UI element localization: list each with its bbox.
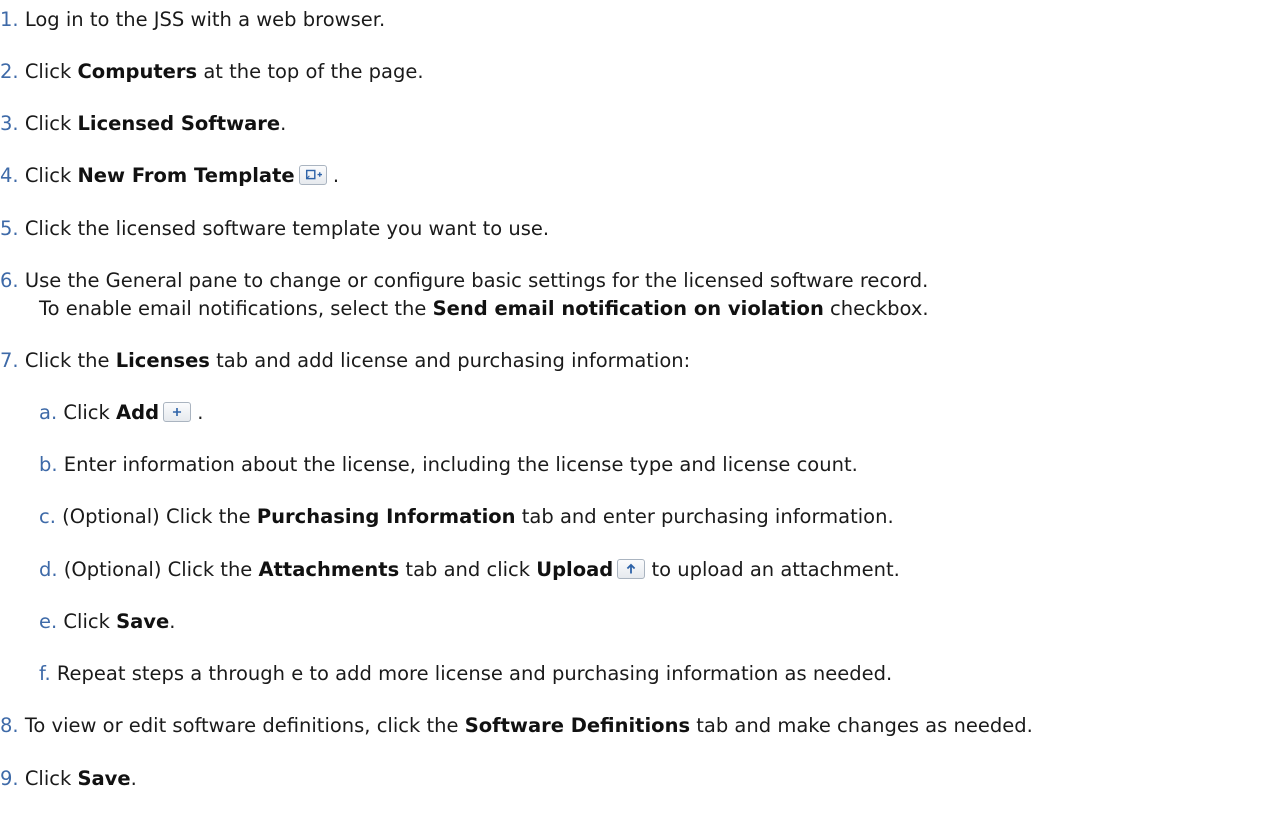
step-text-post: . xyxy=(191,401,204,424)
step-text-pre: Click xyxy=(63,401,117,424)
step-2: 2. Click Computers at the top of the pag… xyxy=(0,59,424,85)
step-text: Use the General pane to change or config… xyxy=(24,269,929,292)
step-number: 9. xyxy=(0,767,19,790)
step-8: 8. To view or edit software definitions,… xyxy=(0,713,1033,739)
step-text-pre: Click xyxy=(24,60,78,83)
step-9: 9. Click Save. xyxy=(0,766,137,792)
step-text-pre: To view or edit software definitions, cl… xyxy=(24,714,465,737)
step-number: 5. xyxy=(0,217,19,240)
ui-term-software-definitions: Software Definitions xyxy=(464,714,691,737)
substep-letter: d. xyxy=(39,558,58,581)
ui-term-purchasing-information: Purchasing Information xyxy=(256,505,516,528)
ui-term-new-from-template: New From Template xyxy=(77,164,295,187)
ui-term-licensed-software: Licensed Software xyxy=(77,112,281,135)
new-from-template-icon xyxy=(298,165,327,185)
step-text-post: at the top of the page. xyxy=(197,60,424,83)
substep-letter: b. xyxy=(39,453,58,476)
step-7: 7. Click the Licenses tab and add licens… xyxy=(0,348,690,374)
substep-b: b. Enter information about the license, … xyxy=(39,452,858,478)
step-text-pre: (Optional) Click the xyxy=(63,558,259,581)
substep-letter: c. xyxy=(39,505,56,528)
step-number: 2. xyxy=(0,60,19,83)
step-text: Log in to the JSS with a web browser. xyxy=(24,8,386,31)
substep-letter: f. xyxy=(39,662,51,685)
step-text-pre: Click the xyxy=(24,349,116,372)
step-text-pre: Click xyxy=(24,112,78,135)
step-1: 1. Log in to the JSS with a web browser. xyxy=(0,7,385,33)
step-text-post: . xyxy=(169,610,176,633)
step-text-pre: Click xyxy=(63,610,117,633)
step-3: 3. Click Licensed Software. xyxy=(0,111,286,137)
step-text-post: tab and enter purchasing information. xyxy=(515,505,894,528)
step-text: Enter information about the license, inc… xyxy=(63,453,858,476)
step-4: 4. Click New From Template . xyxy=(0,163,339,189)
substep-f: f. Repeat steps a through e to add more … xyxy=(39,661,892,687)
step-number: 6. xyxy=(0,269,19,292)
step-text-pre: Click xyxy=(24,767,78,790)
ui-term-attachments: Attachments xyxy=(258,558,400,581)
ui-term-upload: Upload xyxy=(536,558,614,581)
step-number: 8. xyxy=(0,714,19,737)
step-text-post: checkbox. xyxy=(823,297,929,320)
step-text-post: tab and add license and purchasing infor… xyxy=(209,349,691,372)
substep-letter: e. xyxy=(39,610,58,633)
step-text: Repeat steps a through e to add more lic… xyxy=(56,662,893,685)
ui-term-save: Save xyxy=(77,767,131,790)
ui-term-send-email-notification: Send email notification on violation xyxy=(432,297,824,320)
ui-term-computers: Computers xyxy=(77,60,198,83)
step-number: 7. xyxy=(0,349,19,372)
step-6-note: To enable email notifications, select th… xyxy=(39,296,929,322)
substep-d: d. (Optional) Click the Attachments tab … xyxy=(39,557,900,583)
step-text-post: to upload an attachment. xyxy=(645,558,900,581)
substep-letter: a. xyxy=(39,401,58,424)
substep-c: c. (Optional) Click the Purchasing Infor… xyxy=(39,504,894,530)
step-number: 1. xyxy=(0,8,19,31)
substep-e: e. Click Save. xyxy=(39,609,175,635)
step-6: 6. Use the General pane to change or con… xyxy=(0,268,928,294)
step-number: 3. xyxy=(0,112,19,135)
step-text-post: . xyxy=(326,164,340,187)
substep-a: a. Click Add . xyxy=(39,400,203,426)
step-text-pre: (Optional) Click the xyxy=(62,505,257,528)
step-5: 5. Click the licensed software template … xyxy=(0,216,549,242)
ui-term-add: Add xyxy=(116,401,160,424)
step-text-post: . xyxy=(280,112,287,135)
step-text: Click the licensed software template you… xyxy=(24,217,550,240)
step-text-post: tab and make changes as needed. xyxy=(690,714,1033,737)
step-text-pre: Click xyxy=(24,164,78,187)
step-text-pre: To enable email notifications, select th… xyxy=(39,297,433,320)
upload-icon xyxy=(617,559,646,579)
step-number: 4. xyxy=(0,164,19,187)
ui-term-licenses: Licenses xyxy=(115,349,210,372)
ui-term-save: Save xyxy=(116,610,170,633)
step-text-mid: tab and click xyxy=(399,558,537,581)
add-icon xyxy=(163,402,192,422)
step-text-post: . xyxy=(130,767,137,790)
